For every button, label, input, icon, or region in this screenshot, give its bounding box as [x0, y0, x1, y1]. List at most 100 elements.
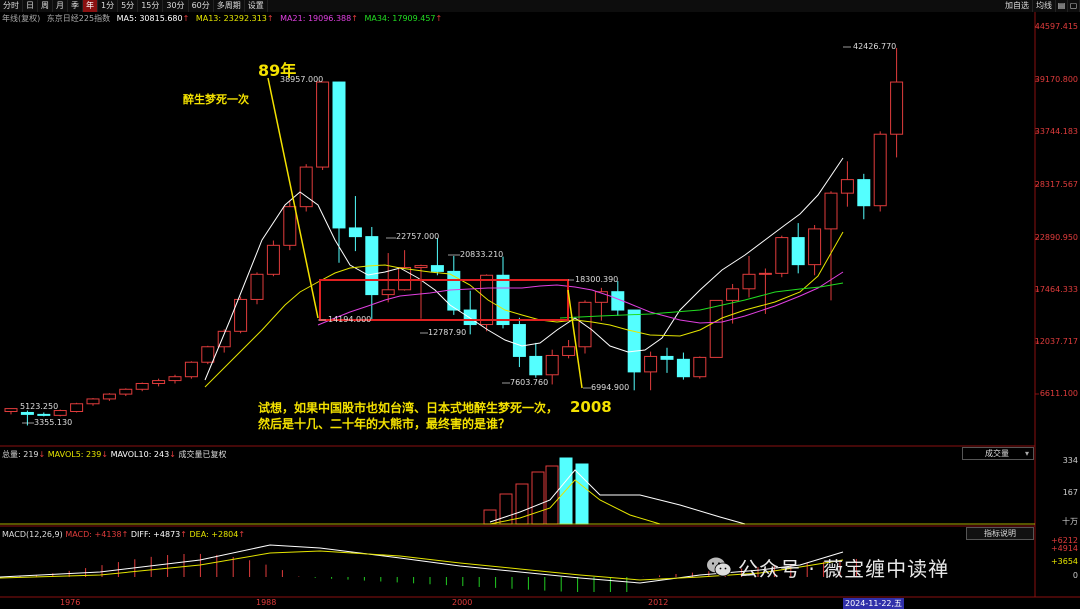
current-date: 2024-11-22,五: [843, 598, 905, 609]
price-axis-label: 22890.950: [1034, 233, 1078, 242]
candle-body: [627, 309, 641, 373]
chevron-down-icon: ▾: [1024, 449, 1029, 458]
candle-body: [496, 274, 510, 326]
candle-body: [70, 403, 84, 412]
annotation-question-line2: 然后是十几、二十年的大熊市，最终害的是谁？: [258, 417, 511, 431]
candle-body: [119, 388, 133, 395]
total-volume: 总量: 219: [2, 450, 39, 459]
date-label: 2000: [452, 598, 473, 607]
candle-body: [430, 265, 444, 272]
date-label: 2012: [648, 598, 669, 607]
candle-body: [693, 356, 707, 378]
volume-axis-label: 334: [1062, 456, 1078, 465]
candle-body: [4, 408, 18, 412]
candle-body: [709, 299, 723, 358]
candle-body: [857, 179, 871, 207]
volume-unit-label: 十万: [1062, 517, 1078, 526]
candle-body: [529, 355, 543, 376]
candle-body: [758, 272, 772, 275]
candle-body: [775, 237, 789, 274]
candle-body: [184, 361, 198, 378]
price-axis-label: 33744.183: [1034, 127, 1078, 136]
candle-body: [824, 192, 838, 230]
candle-body: [414, 265, 428, 269]
candle-body: [250, 273, 264, 300]
price-label: 12787.90: [428, 328, 467, 337]
price-label: 18300.390: [575, 275, 619, 284]
volume-axis-label: 167: [1062, 488, 1078, 497]
highlight-box: [319, 279, 569, 321]
candle-body: [316, 81, 330, 168]
candle-body: [726, 288, 740, 301]
candle-body: [890, 81, 904, 135]
candle-body: [512, 324, 526, 357]
indicator-help-button[interactable]: 指标说明: [966, 527, 1034, 540]
price-label: 14194.000: [328, 315, 372, 324]
candle-body: [332, 81, 346, 229]
candle-body: [840, 179, 854, 194]
candle-body: [37, 413, 51, 416]
candle-body: [545, 354, 559, 376]
dea-value: DEA: +2804: [189, 530, 239, 539]
volume-bars: [483, 457, 589, 525]
macd-info-line: MACD(12,26,9) MACD: +4138↑ DIFF: +4873↑ …: [2, 529, 245, 540]
candle-body: [873, 133, 887, 207]
candle-body: [381, 289, 395, 296]
volume-note: 成交量已复权: [178, 450, 227, 459]
volume-info-line: 总量: 219↓ MAVOL5: 239↓ MAVOL10: 243↓ 成交量已…: [2, 449, 226, 460]
candle-body: [86, 398, 100, 405]
candle-body: [102, 393, 116, 400]
price-label: 20833.210: [460, 250, 504, 259]
date-label: 1976: [60, 598, 81, 607]
candle-body: [20, 411, 34, 415]
candle-body: [53, 410, 67, 416]
price-axis-label: 12037.717: [1034, 337, 1078, 346]
macd-axis-label: 0: [1072, 571, 1078, 580]
watermark: 公众号 · 薇宝缠中读禅: [706, 554, 950, 581]
macd-value: MACD: +4138: [65, 530, 122, 539]
macd-axis-label: +3654: [1050, 557, 1078, 566]
price-label-2008: 6994.900: [591, 383, 630, 392]
annotation-drunk: 醉生梦死一次: [183, 93, 249, 106]
candle-body: [283, 206, 297, 246]
candle-body: [562, 346, 576, 356]
candlesticks: [4, 47, 904, 426]
diff-value: DIFF: +4873: [130, 530, 181, 539]
candle-body: [808, 228, 822, 266]
mavol10-value: MAVOL10: 243: [110, 450, 170, 459]
annotation-year-89: 89年: [258, 61, 297, 80]
volume-indicator-label: 成交量: [985, 449, 1009, 458]
candle-body: [168, 376, 182, 382]
annotation-year-2008: 2008: [570, 398, 612, 416]
candle-body: [152, 380, 166, 384]
candle-body: [201, 346, 215, 363]
price-label: 22757.000: [396, 232, 440, 241]
annotation-question-line1: 试想，如果中国股市也如台湾、日本式地醉生梦死一次，: [258, 401, 559, 415]
volume-indicator-select[interactable]: 成交量 ▾: [962, 447, 1034, 460]
macd-arrow-icon: ↑: [121, 530, 131, 539]
candle-body: [463, 309, 477, 326]
candle-body: [660, 355, 674, 360]
candle-body: [742, 273, 756, 290]
volume-bar: [559, 457, 573, 525]
price-label-ath: 42426.770: [853, 42, 897, 51]
volume-bar: [545, 465, 559, 525]
macd-title: MACD(12,26,9): [2, 530, 63, 539]
candle-body: [266, 244, 280, 275]
candle-body: [644, 355, 658, 373]
candle-body: [348, 227, 362, 238]
mavol5-value: MAVOL5: 239: [47, 450, 102, 459]
mavol5-arrow-icon: ↓: [101, 450, 111, 459]
macd-axis-label: +4914: [1050, 544, 1078, 553]
chart-canvas: [0, 12, 1080, 598]
candle-body: [299, 166, 313, 208]
price-label: 7603.760: [510, 378, 549, 387]
price-axis-label: 28317.567: [1034, 180, 1078, 189]
candle-body: [135, 382, 149, 390]
price-axis-label: 17464.333: [1034, 285, 1078, 294]
date-label: 1988: [256, 598, 277, 607]
watermark-text: 公众号 · 薇宝缠中读禅: [738, 556, 950, 581]
volume-arrow-icon: ↓: [38, 450, 48, 459]
price-axis-label: 6611.100: [1039, 389, 1078, 398]
candle-body: [791, 237, 805, 266]
